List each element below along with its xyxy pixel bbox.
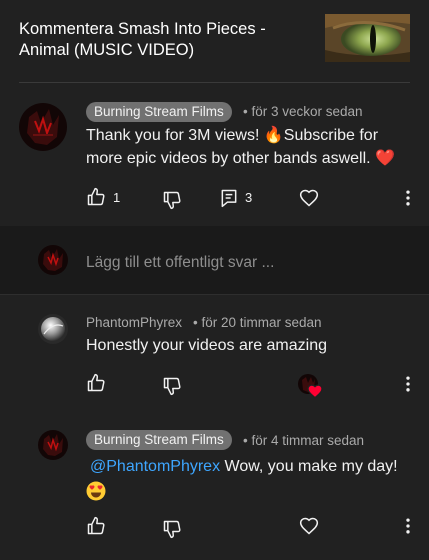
video-title: Kommentera Smash Into Pieces - Animal (M…: [19, 20, 266, 59]
thumb-up-icon[interactable]: [86, 373, 106, 393]
comment-text: Thank you for 3M views! 🔥Subscribe for m…: [86, 127, 395, 167]
thumb-up-icon[interactable]: [86, 187, 106, 207]
thumb-down-icon[interactable]: [162, 376, 182, 396]
video-thumbnail[interactable]: [325, 14, 410, 62]
comment-time: • för 3 veckor sedan: [243, 104, 363, 119]
heart-eyes-emoji: [86, 481, 106, 508]
reply-input[interactable]: Lägg till ett offentligt svar ...: [86, 253, 274, 273]
comment-text: Honestly your videos are amazing: [86, 337, 328, 354]
comment-time: • för 20 timmar sedan: [193, 315, 322, 330]
comment-time: • för 4 timmar sedan: [243, 433, 365, 448]
mention-link[interactable]: @PhantomPhyrex: [86, 458, 220, 475]
comment-body: Wow, you make my day!: [220, 458, 398, 475]
comment-author[interactable]: PhantomPhyrex: [86, 314, 182, 332]
header: Kommentera Smash Into Pieces - Animal (M…: [0, 0, 429, 76]
thumb-down-icon[interactable]: [162, 519, 182, 539]
like-count: 1: [113, 190, 121, 205]
avatar[interactable]: [19, 103, 67, 151]
creator-badge[interactable]: Burning Stream Films: [86, 102, 232, 122]
comment-icon[interactable]: [219, 188, 239, 208]
avatar[interactable]: [38, 430, 68, 460]
more-vert-icon[interactable]: [398, 374, 418, 394]
creator-badge[interactable]: Burning Stream Films: [86, 430, 232, 450]
thumb-down-icon[interactable]: [162, 190, 182, 210]
header-divider: [19, 82, 410, 83]
more-vert-icon[interactable]: [398, 188, 418, 208]
own-avatar: [38, 245, 68, 275]
heart-icon[interactable]: [299, 516, 319, 536]
heart-badge-icon: [307, 384, 323, 399]
more-vert-icon[interactable]: [398, 516, 418, 536]
heart-icon[interactable]: [299, 188, 319, 208]
reply-count: 3: [245, 190, 253, 205]
thumb-up-icon[interactable]: [86, 516, 106, 536]
section-divider: [0, 294, 429, 295]
comment-text: @PhantomPhyrex Wow, you make my day!: [86, 455, 416, 508]
avatar[interactable]: [38, 314, 68, 344]
